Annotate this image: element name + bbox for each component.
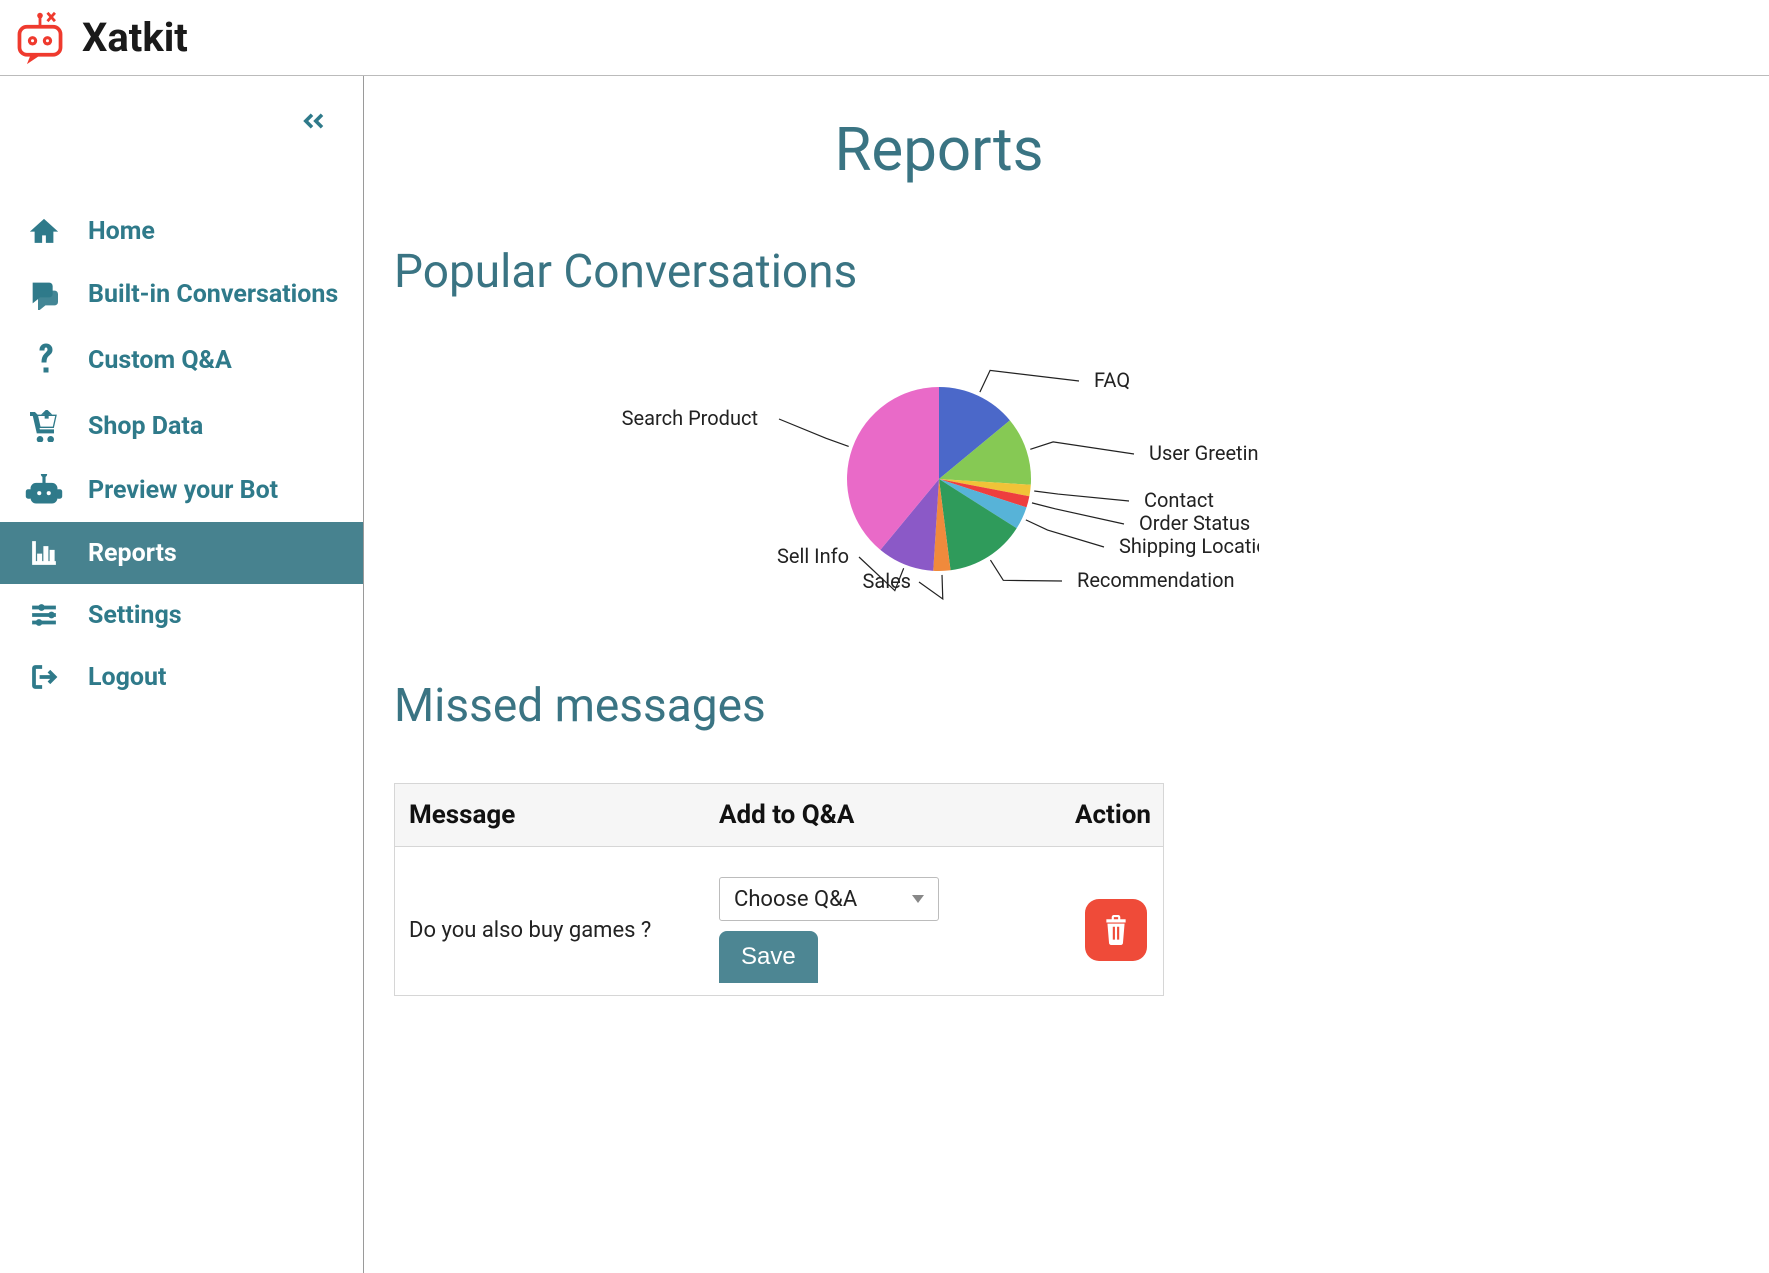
popular-conversations-title: Popular Conversations: [394, 245, 1484, 299]
logout-icon: [22, 662, 66, 692]
trash-icon: [1103, 915, 1129, 945]
pie-slice-label: User Greetings: [1149, 441, 1259, 465]
col-add: Add to Q&A: [705, 784, 1005, 846]
main-content: Reports Popular Conversations FAQ User Gr…: [364, 76, 1524, 1273]
pie-slice-label: Contact: [1144, 488, 1214, 512]
sidebar-item-shop-data[interactable]: Shop Data: [0, 394, 363, 458]
sidebar-item-label: Shop Data: [88, 412, 203, 441]
page-title: Reports: [394, 114, 1484, 185]
missed-messages-title: Missed messages: [394, 679, 1484, 733]
sidebar-item-home[interactable]: Home: [0, 200, 363, 262]
popular-conversations-chart: FAQ User Greetings ContactOrder StatusShip…: [394, 349, 1484, 629]
app-header: Xatkit: [0, 0, 1769, 76]
chat-icon: [22, 278, 66, 310]
delete-button[interactable]: [1085, 899, 1147, 961]
qa-select-value: Choose Q&A: [734, 887, 857, 912]
robot-icon: [22, 474, 66, 506]
sidebar-item-reports[interactable]: Reports: [0, 522, 363, 584]
sidebar-item-custom-qa[interactable]: Custom Q&A: [0, 326, 363, 394]
collapse-sidebar-icon[interactable]: [297, 106, 327, 140]
save-button[interactable]: Save: [719, 931, 818, 983]
sidebar-item-preview-bot[interactable]: Preview your Bot: [0, 458, 363, 522]
sidebar-item-label: Logout: [88, 663, 167, 692]
pie-slice-label: FAQ: [1094, 368, 1130, 392]
table-header: Message Add to Q&A Action: [395, 784, 1163, 847]
sidebar-item-label: Preview your Bot: [88, 476, 278, 505]
sidebar-item-label: Custom Q&A: [88, 346, 232, 375]
home-icon: [22, 216, 66, 246]
col-action: Action: [1005, 784, 1165, 846]
sidebar: Home Built-in Conversations Custom Q&A S…: [0, 76, 364, 1273]
pie-slice-label: Recommendation: [1077, 568, 1235, 592]
sidebar-item-logout[interactable]: Logout: [0, 646, 363, 708]
pie-slice-label: Sales: [862, 569, 911, 593]
pie-slice-label: Sell Info: [777, 544, 849, 568]
table-row: Do you also buy games ? Choose Q&A Save: [395, 847, 1163, 995]
brand-name: Xatkit: [82, 14, 188, 61]
sidebar-item-label: Built-in Conversations: [88, 280, 338, 309]
qa-select[interactable]: Choose Q&A: [719, 877, 939, 921]
sidebar-item-label: Home: [88, 217, 155, 246]
pie-slice-label: Shipping Location: [1119, 534, 1259, 558]
question-icon: [22, 342, 66, 378]
xatkit-logo-icon: [10, 10, 70, 66]
pie-slice-label: Search Product: [622, 406, 758, 430]
sliders-icon: [22, 600, 66, 630]
missed-messages-table: Message Add to Q&A Action Do you also bu…: [394, 783, 1164, 996]
brand: Xatkit: [10, 10, 206, 66]
sidebar-item-label: Reports: [88, 539, 177, 568]
chevron-down-icon: [912, 895, 924, 903]
sidebar-item-label: Settings: [88, 601, 182, 630]
col-message: Message: [395, 784, 705, 846]
message-cell: Do you also buy games ?: [395, 906, 705, 955]
sidebar-item-builtin-conversations[interactable]: Built-in Conversations: [0, 262, 363, 326]
cart-icon: [22, 410, 66, 442]
pie-slice-label: Order Status: [1139, 511, 1250, 535]
chart-icon: [22, 538, 66, 568]
sidebar-item-settings[interactable]: Settings: [0, 584, 363, 646]
